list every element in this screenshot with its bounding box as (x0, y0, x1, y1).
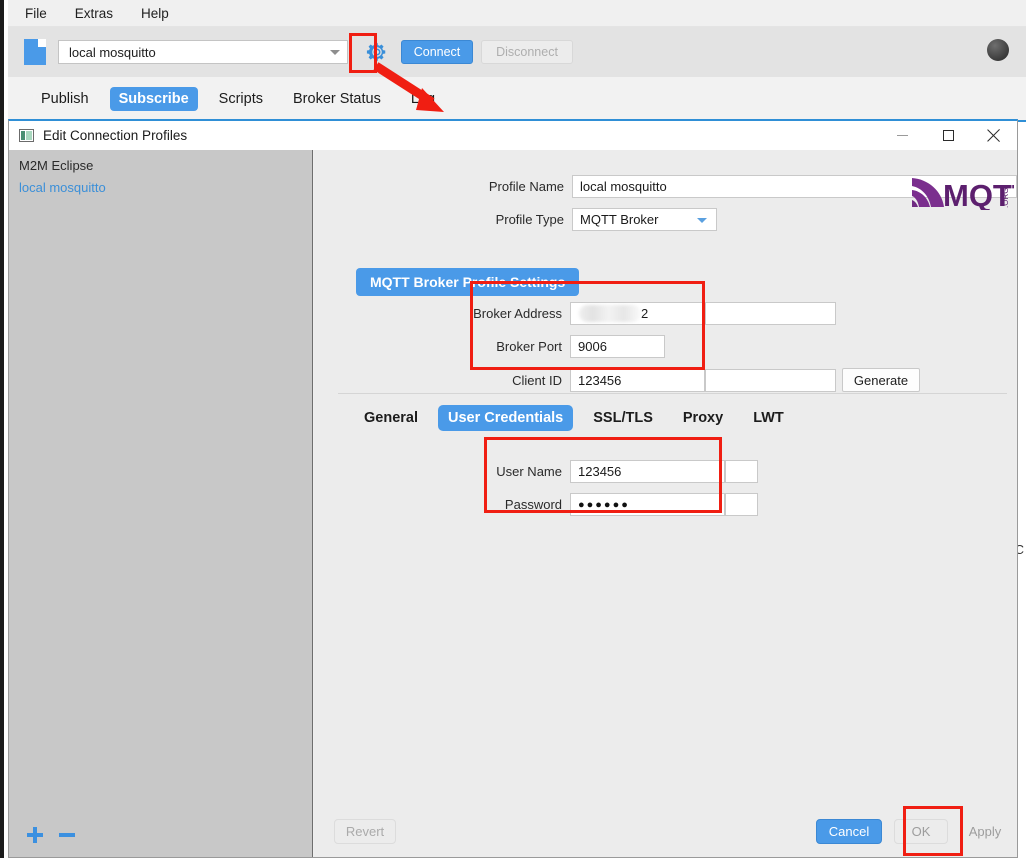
broker-port-input[interactable]: 9006 (570, 335, 665, 358)
user-credentials-fields: User Name 123456 Password ●●●●●● (314, 460, 1017, 526)
tab-subscribe[interactable]: Subscribe (110, 87, 198, 111)
close-icon (988, 129, 1001, 142)
maximize-icon (943, 130, 954, 141)
broker-address-value: 2 (641, 306, 648, 321)
connection-status-dot (987, 39, 1009, 61)
edit-connection-profiles-dialog: Edit Connection Profiles M2M Eclipse loc… (8, 119, 1018, 858)
redacted-address-blob (579, 305, 641, 322)
close-button[interactable] (971, 121, 1017, 150)
section-badge-broker-settings: MQTT Broker Profile Settings (356, 268, 579, 296)
disconnect-button: Disconnect (481, 40, 573, 64)
tab-publish[interactable]: Publish (32, 87, 98, 111)
plus-icon[interactable] (27, 827, 43, 843)
profile-select-value: local mosquitto (59, 45, 156, 60)
username-row: User Name 123456 (314, 460, 1017, 483)
profiles-list-panel: M2M Eclipse local mosquitto (9, 150, 313, 857)
main-toolbar: local mosquitto Connect Disconnect (8, 27, 1026, 77)
mqtt-logo-suffix: .ORG (1001, 188, 1010, 208)
connect-button[interactable]: Connect (401, 40, 473, 64)
minimize-icon (897, 135, 908, 136)
document-icon (24, 39, 46, 65)
application-icon (19, 129, 34, 142)
broker-port-label: Broker Port (314, 339, 562, 354)
dialog-footer: Revert Cancel OK Apply (314, 805, 1017, 857)
broker-address-row: Broker Address 2 (314, 302, 1017, 325)
profile-type-value: MQTT Broker (580, 212, 659, 227)
profile-list-item-local-mosquitto[interactable]: local mosquitto (9, 173, 312, 195)
username-overflow-field[interactable] (725, 460, 758, 483)
generate-client-id-button[interactable]: Generate (842, 368, 920, 392)
dialog-title-bar[interactable]: Edit Connection Profiles (9, 121, 1017, 150)
ok-button[interactable]: OK (894, 819, 948, 844)
broker-address-input[interactable]: 2 (570, 302, 705, 325)
username-label: User Name (314, 464, 562, 479)
chevron-down-icon (697, 218, 707, 223)
broker-settings-sub-tabs: General User Credentials SSL/TLS Proxy L… (354, 405, 804, 431)
subtab-proxy[interactable]: Proxy (673, 405, 733, 431)
gear-icon (366, 41, 388, 63)
broker-settings-fields: Broker Address 2 Broker Port 9006 Client… (314, 302, 1017, 402)
client-id-overflow-field[interactable] (705, 369, 836, 392)
screenshot-root: File Extras Help local mosquitto Connect… (0, 0, 1026, 858)
section-divider (338, 393, 1007, 394)
minus-icon[interactable] (59, 827, 75, 843)
subtab-lwt[interactable]: LWT (743, 405, 794, 431)
client-id-label: Client ID (314, 373, 562, 388)
dialog-title: Edit Connection Profiles (43, 128, 187, 143)
client-id-input[interactable]: 123456 (570, 369, 705, 392)
profile-name-label: Profile Name (314, 179, 564, 194)
profile-type-label: Profile Type (314, 212, 564, 227)
profile-editor-panel: Profile Name local mosquitto Profile Typ… (314, 150, 1017, 857)
password-label: Password (314, 497, 562, 512)
tab-scripts[interactable]: Scripts (210, 87, 272, 111)
profile-type-select[interactable]: MQTT Broker (572, 208, 717, 231)
broker-address-label: Broker Address (314, 306, 562, 321)
chevron-down-icon (330, 50, 340, 55)
settings-gear-button[interactable] (362, 37, 392, 67)
window-controls (879, 121, 1017, 150)
subtab-ssl-tls[interactable]: SSL/TLS (583, 405, 663, 431)
maximize-button[interactable] (925, 121, 971, 150)
profile-group-label: M2M Eclipse (9, 150, 312, 173)
password-row: Password ●●●●●● (314, 493, 1017, 516)
apply-button: Apply (956, 819, 1014, 844)
password-overflow-field[interactable] (725, 493, 758, 516)
broker-address-overflow-field[interactable] (705, 302, 836, 325)
username-input[interactable]: 123456 (570, 460, 725, 483)
tab-log[interactable]: Log (402, 87, 444, 111)
minimize-button[interactable] (879, 121, 925, 150)
broker-port-row: Broker Port 9006 (314, 335, 1017, 358)
client-id-row: Client ID 123456 Generate (314, 368, 1017, 392)
subtab-user-credentials[interactable]: User Credentials (438, 405, 573, 431)
menu-extras[interactable]: Extras (74, 0, 114, 27)
menu-file[interactable]: File (24, 0, 48, 27)
profile-type-row: Profile Type MQTT Broker (314, 208, 1017, 231)
main-tab-strip: Publish Subscribe Scripts Broker Status … (8, 77, 1026, 122)
subtab-general[interactable]: General (354, 405, 428, 431)
password-input[interactable]: ●●●●●● (570, 493, 725, 516)
profile-select[interactable]: local mosquitto (58, 40, 348, 64)
menu-help[interactable]: Help (140, 0, 170, 27)
cancel-button[interactable]: Cancel (816, 819, 882, 844)
mqtt-logo: MQTT .ORG (910, 174, 1014, 210)
tab-broker-status[interactable]: Broker Status (284, 87, 390, 111)
profile-list-actions (9, 813, 312, 857)
revert-button: Revert (334, 819, 396, 844)
menu-bar: File Extras Help (8, 0, 1026, 27)
